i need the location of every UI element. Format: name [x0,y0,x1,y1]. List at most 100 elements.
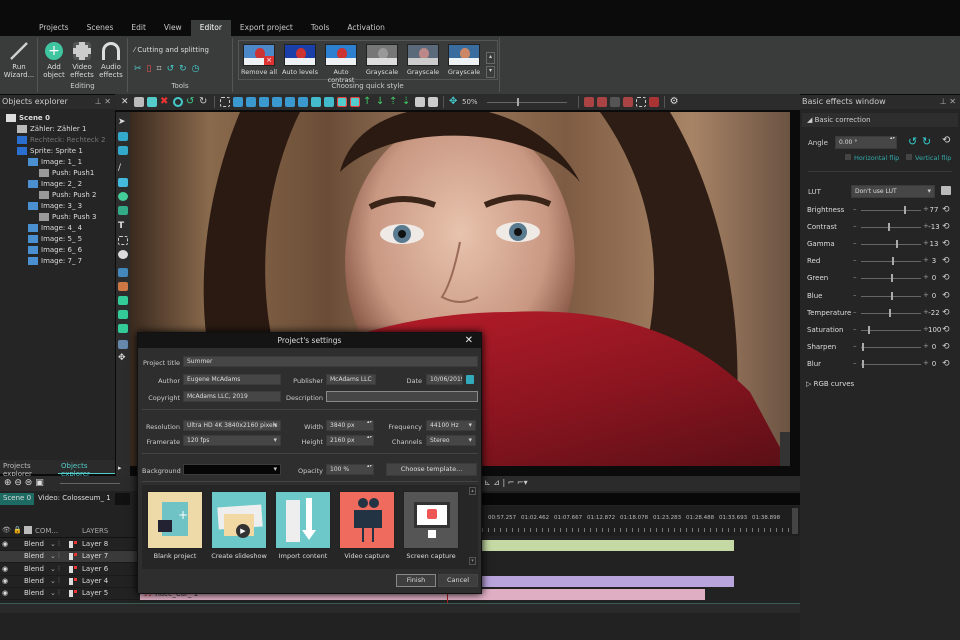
blend-mode-dropdown[interactable]: Blend [24,589,44,597]
reset-icon[interactable]: ⟲ [942,205,950,215]
framerate-dropdown[interactable]: 120 fps [183,435,281,446]
template-screen-capture[interactable]: Screen capture [402,491,460,560]
tab-scene-0[interactable]: Scene 0 [0,493,35,505]
opacity-input[interactable]: 100 % [326,464,374,475]
slider-track[interactable] [861,261,921,263]
reset-icon[interactable]: ⟲ [942,308,950,318]
decrease-button[interactable]: – [853,291,857,299]
folder-icon[interactable] [941,186,951,195]
menu-activation[interactable]: Activation [338,20,394,36]
tree-item[interactable]: Image: 4_ 4 [28,224,82,232]
spectrum-tool-icon[interactable] [118,340,128,349]
menu-tools[interactable]: Tools [302,20,338,36]
slider-track[interactable] [861,227,921,229]
visibility-eye-icon[interactable]: ◉ [2,577,8,585]
blend-mode-dropdown[interactable]: Blend [24,577,44,585]
tree-item[interactable]: Image: 6_ 6 [28,246,82,254]
reset-icon[interactable]: ⟲ [942,256,950,266]
canvas-scrollbar[interactable] [780,432,790,466]
layer-color-icon[interactable] [69,541,73,548]
pin-close-icons[interactable]: ⊥ ✕ [95,95,111,109]
paste-icon[interactable] [147,97,157,107]
template-blank-project[interactable]: + Blank project [146,491,204,560]
tab-objects-explorer[interactable]: Objects explorer [58,460,115,478]
freeform-tool-icon[interactable] [118,206,128,215]
audio-effects-button[interactable]: Audio effects [96,42,126,79]
chat-tool-icon[interactable] [118,146,128,155]
layer-row[interactable]: ◉ Blend ⌄ ⫶ Layer 6 [0,564,140,576]
date-input[interactable]: 10/06/2019 [426,374,463,385]
slider-thumb[interactable] [888,223,890,232]
markers-icon[interactable] [648,97,659,107]
bring-forward-icon[interactable]: ↑ [363,97,373,107]
cancel-button[interactable]: Cancel [438,574,478,587]
video-effects-button[interactable]: Video effects [68,42,96,79]
decrease-button[interactable]: – [853,325,857,333]
decrease-button[interactable]: – [853,359,857,367]
gallery-scroll-down[interactable]: ▾ [469,557,476,565]
decrease-button[interactable]: – [853,239,857,247]
tree-item[interactable]: Scene 0 [6,114,50,122]
pan-icon[interactable]: ✥ [449,97,459,107]
calendar-icon[interactable] [466,375,474,384]
reset-icon[interactable]: ⟲ [942,222,950,232]
vertical-flip-checkbox[interactable]: Vertical flip [906,154,951,162]
description-input[interactable] [326,391,478,402]
quick-style-grayscale-2[interactable]: Grayscale [404,44,442,76]
basic-correction-section[interactable]: ◢ Basic correction [802,113,958,127]
pin-close-icons[interactable]: ⊥ ✕ [940,95,956,109]
menu-view[interactable]: View [155,20,191,36]
reset-icon[interactable]: ⟲ [942,359,950,369]
menu-export-project[interactable]: Export project [231,20,302,36]
chart-tool-icon[interactable] [118,268,128,277]
visibility-eye-icon[interactable]: ◉ [2,565,8,573]
decrease-button[interactable]: – [853,342,857,350]
timeline-tool-icons[interactable]: ⊕ ⊖ ⊜ ▣ [4,478,44,488]
tab-projects-explorer[interactable]: Projects explorer [0,460,58,478]
clip-layer-4[interactable] [482,576,734,587]
gallery-scroll-up[interactable]: ▴ [469,487,476,495]
quick-style-grayscale-1[interactable]: Grayscale [363,44,401,76]
settings-gear-icon[interactable]: ⚙ [670,97,680,107]
run-wizard-button[interactable]: Run Wizard... [2,42,36,79]
rotate-left-icon[interactable]: ↺ [167,64,175,74]
group-icon[interactable] [415,97,425,107]
slider-thumb[interactable] [888,308,891,317]
audio-wave-icon[interactable]: ⫶ [58,540,60,549]
image-tool-icon[interactable] [118,296,128,305]
gallery-expand[interactable]: ▾ [486,66,495,78]
tree-item[interactable]: Image: 1_ 1 [28,158,82,166]
channels-dropdown[interactable]: Stereo [426,435,476,446]
copy-icon[interactable] [134,97,144,107]
tree-item[interactable]: Sprite: Sprite 1 [17,147,83,155]
audio-wave-icon[interactable]: ⫶ [58,552,60,561]
timeline-vertical-scrollbar[interactable] [792,508,798,534]
speech-bubble-tool-icon[interactable] [118,250,128,259]
rotate-right-90-icon[interactable]: ↻ [922,135,931,148]
angle-input[interactable]: 0.00 ° [835,136,897,149]
tree-item[interactable]: Zähler: Zähler 1 [17,125,86,133]
text-tool-icon[interactable]: T [118,222,128,231]
layer-row[interactable]: ◉ Blend ⌄ ⫶ Layer 5 [0,588,140,601]
delete-icon[interactable]: ✖ [160,97,170,107]
menu-scenes[interactable]: Scenes [78,20,123,36]
chevron-down-icon[interactable]: ⌄ [50,589,56,597]
safe-area-icon[interactable] [609,97,620,107]
decrease-button[interactable]: – [853,205,857,213]
chevron-down-icon[interactable]: ⌄ [50,565,56,573]
snap-icon[interactable] [583,97,594,107]
align-right-icon[interactable] [259,97,269,107]
reset-icon[interactable]: ⟲ [942,291,950,301]
lut-dropdown[interactable]: Don't use LUT [851,185,935,198]
decrease-button[interactable]: – [853,273,857,281]
slider-track[interactable] [861,244,921,246]
move-tool-icon[interactable]: ✥ [118,354,128,363]
tree-item[interactable]: Image: 5_ 5 [28,235,82,243]
bring-to-front-icon[interactable]: ⇡ [389,97,399,107]
slider-track[interactable] [861,346,921,348]
reset-icon[interactable]: ⟲ [942,342,950,352]
publisher-input[interactable]: McAdams LLC [326,374,376,385]
align-top-icon[interactable] [272,97,282,107]
snap-objects-icon[interactable] [596,97,607,107]
audio-wave-icon[interactable]: ⫶ [58,565,60,574]
